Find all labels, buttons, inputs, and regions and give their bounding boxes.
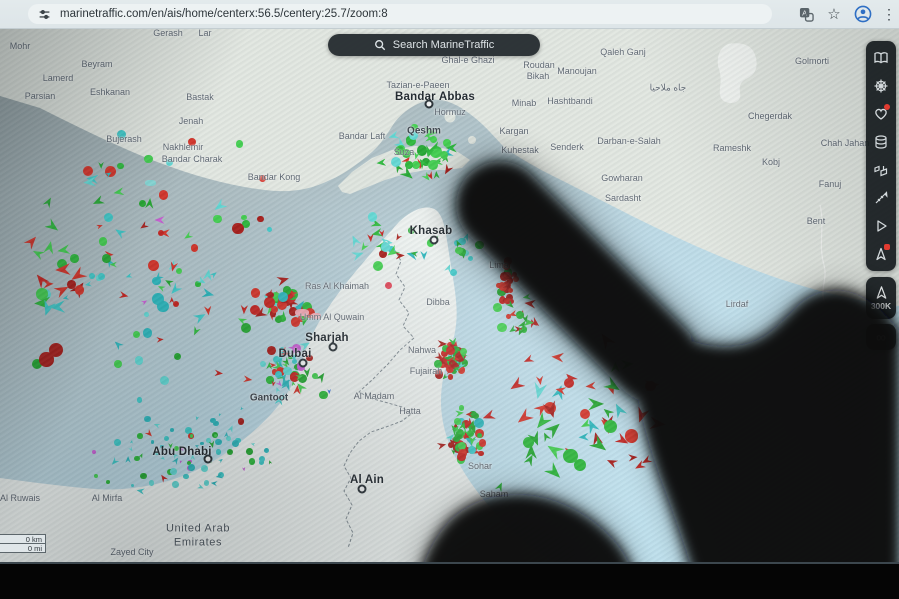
layers-icon — [873, 134, 889, 150]
address-bar[interactable]: marinetraffic.com/en/ais/home/centerx:56… — [28, 4, 772, 24]
hormuz-island — [445, 112, 456, 123]
infinity-label: ∞ — [876, 330, 886, 344]
larak-island — [468, 136, 476, 144]
favorites-button[interactable] — [866, 100, 896, 128]
book-icon — [873, 50, 889, 66]
vessel-count-icon — [874, 285, 889, 300]
lock-badge — [884, 244, 890, 250]
map-toolbar — [866, 41, 896, 271]
marinetraffic-map[interactable]: GerashLarMohrBeyramLamerdParsianEshkanan… — [0, 28, 899, 563]
measure-icon — [873, 190, 889, 206]
ship-wheel-button[interactable] — [866, 72, 896, 100]
menu-kebab-icon[interactable]: ⋮ — [879, 0, 899, 28]
vessel-lock-button[interactable] — [866, 240, 896, 268]
screen-bezel — [0, 562, 899, 599]
ship-wheel-icon — [873, 78, 889, 94]
map-search[interactable]: Search MarineTraffic — [328, 34, 540, 56]
vessel-count: 300K — [871, 301, 891, 311]
fleet-icon — [873, 162, 889, 178]
map-scale: 0 km 0 mi — [0, 534, 46, 553]
infinity-button[interactable]: ∞ — [866, 324, 896, 350]
scale-mi: 0 mi — [0, 543, 46, 553]
play-icon — [873, 218, 889, 234]
browser-toolbar: marinetraffic.com/en/ais/home/centerx:56… — [0, 0, 899, 29]
bookmark-star-icon[interactable]: ☆ — [822, 0, 846, 28]
url-text[interactable]: marinetraffic.com/en/ais/home/centerx:56… — [60, 8, 388, 20]
layers-button[interactable] — [866, 128, 896, 156]
svg-text:A: A — [802, 8, 807, 17]
photographed-screen: marinetraffic.com/en/ais/home/centerx:56… — [0, 0, 899, 599]
basemap — [0, 28, 899, 563]
vessel-count-button[interactable]: 300K — [866, 277, 896, 319]
fleet-button[interactable] — [866, 156, 896, 184]
measure-button[interactable] — [866, 184, 896, 212]
favorites-badge — [884, 104, 890, 110]
playback-button[interactable] — [866, 212, 896, 240]
guides-book-button[interactable] — [866, 44, 896, 72]
translate-icon[interactable]: A — [794, 0, 818, 28]
search-icon — [374, 39, 386, 51]
search-placeholder: Search MarineTraffic — [393, 39, 494, 51]
tune-icon[interactable] — [38, 8, 51, 21]
profile-icon[interactable] — [851, 0, 875, 28]
